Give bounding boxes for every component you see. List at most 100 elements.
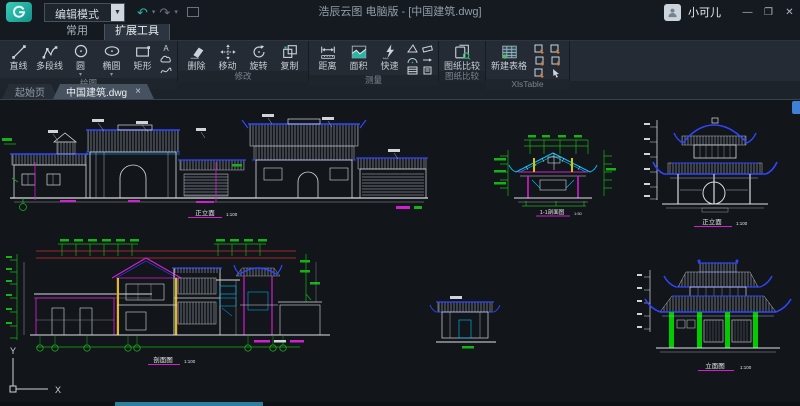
- line-button[interactable]: 直线: [3, 42, 34, 78]
- minimize-button[interactable]: —: [737, 0, 758, 24]
- pavilion-section-scale: 1:50: [574, 211, 583, 216]
- ellipse-icon: [103, 43, 121, 61]
- sheet-arrow-icon[interactable]: [532, 56, 547, 66]
- rotate-icon: [250, 43, 268, 61]
- line-label: 直线: [9, 62, 27, 71]
- cad-viewport[interactable]: 正立面 1:100: [0, 100, 800, 402]
- redo-caret-icon[interactable]: ▾: [174, 8, 178, 16]
- ruler-icon[interactable]: [422, 44, 433, 53]
- move-label: 移动: [218, 62, 236, 71]
- new-table-label: 新建表格: [491, 62, 527, 71]
- line-icon: [10, 43, 28, 61]
- area-icon: [350, 43, 368, 61]
- panel-toggle-button[interactable]: [792, 101, 800, 114]
- sheet-arrow-icon[interactable]: [548, 44, 563, 54]
- drawing-long-section: 剖面图 1:100: [6, 239, 330, 365]
- sheet-arrow-icon[interactable]: [532, 44, 547, 54]
- move-icon: [219, 43, 237, 61]
- ribbon-group-compare: 图纸比较 图纸比较: [439, 41, 486, 81]
- tab-close-icon[interactable]: ×: [135, 86, 141, 97]
- user-avatar[interactable]: [664, 4, 681, 21]
- pavilion-front-title: 正立面: [702, 217, 722, 226]
- quick-measure-label: 快速: [380, 62, 398, 71]
- quickbar-extra-icon[interactable]: [187, 7, 199, 17]
- revision-cloud-icon[interactable]: [160, 55, 172, 64]
- ellipse-label: 椭圆: [102, 62, 120, 71]
- rectangle-button[interactable]: 矩形: [127, 42, 158, 78]
- pavilion-front-scale: 1:100: [736, 221, 748, 226]
- cursor-arrow-icon[interactable]: [548, 68, 563, 78]
- draw-small-tools: A: [158, 42, 174, 78]
- sheet-arrow-icon[interactable]: [532, 68, 547, 78]
- ribbon-tab-home[interactable]: 常用: [56, 24, 98, 40]
- quick-measure-button[interactable]: 快速: [374, 42, 405, 75]
- sheet-arrow-icon[interactable]: [548, 56, 563, 66]
- table-grid-icon: [500, 43, 519, 61]
- ribbon-group-draw: 直线 多段线 圆 ▾ 椭圆 ▾ 矩形: [0, 41, 178, 81]
- area-label: 面积: [349, 62, 367, 71]
- distance-label: 距离: [318, 62, 336, 71]
- pavilion-side-title: 立面图: [705, 361, 725, 370]
- long-section-title: 剖面图: [153, 355, 173, 364]
- ellipse-button[interactable]: 椭圆 ▾: [96, 42, 127, 78]
- angle-icon[interactable]: [407, 44, 418, 53]
- rectangle-label: 矩形: [133, 62, 151, 71]
- polyline-label: 多段线: [36, 62, 63, 71]
- area-button[interactable]: 面积: [343, 42, 374, 75]
- status-bar: [0, 402, 800, 406]
- ribbon-group-xlstable: 新建表格 XlsTable: [486, 41, 570, 81]
- new-table-button[interactable]: 新建表格: [489, 42, 529, 79]
- tab-drawing-file-label: 中国建筑.dwg: [66, 84, 127, 99]
- app-window: 编辑模式 ▼ ↶ ▾ ↷ ▾ 浩辰云图 电脑版 - [中国建筑.dwg] 小可儿…: [0, 0, 800, 406]
- compare-group-label: 图纸比较: [439, 71, 485, 82]
- undo-icon[interactable]: ↶: [137, 6, 148, 19]
- arrow-ruler-icon[interactable]: [422, 55, 433, 64]
- circle-button[interactable]: 圆 ▾: [65, 42, 96, 78]
- drawing-compare-button[interactable]: 图纸比较: [442, 42, 482, 71]
- circle-label: 圆: [76, 62, 85, 71]
- measure-group-label: 测量: [309, 75, 438, 86]
- rotate-button[interactable]: 旋转: [243, 42, 274, 71]
- rectangle-icon: [134, 43, 152, 61]
- quick-access-toolbar: ↶ ▾ ↷ ▾: [137, 6, 199, 19]
- titlebar-right: 小可儿 — ❐ ✕: [664, 0, 800, 24]
- close-button[interactable]: ✕: [779, 0, 800, 24]
- status-bar-segment: [115, 402, 263, 406]
- distance-button[interactable]: 距离: [312, 42, 343, 75]
- move-button[interactable]: 移动: [212, 42, 243, 71]
- cad-drawing-canvas[interactable]: 正立面 1:100: [0, 100, 800, 402]
- ucs-icon: Y X: [10, 346, 61, 395]
- edit-mode-button[interactable]: 编辑模式 ▼: [44, 3, 125, 22]
- copy-button[interactable]: 复制: [274, 42, 305, 71]
- polyline-icon: [41, 43, 59, 61]
- redo-icon[interactable]: ↷: [159, 6, 170, 19]
- list-icon[interactable]: [407, 66, 418, 75]
- restore-button[interactable]: ❐: [758, 0, 779, 24]
- distance-icon: [319, 43, 337, 61]
- compare-sheets-icon: [453, 43, 472, 61]
- drawing-pavilion-side-elevation: 立面图 1:100: [637, 260, 791, 371]
- lightning-icon: [381, 43, 399, 61]
- spline-icon[interactable]: [160, 66, 172, 75]
- drawing-pavilion-section: 1-1剖面图 1:50: [494, 135, 616, 216]
- erase-button[interactable]: 删除: [181, 42, 212, 71]
- window-title: 浩辰云图 电脑版 - [中国建筑.dwg]: [318, 0, 481, 24]
- tab-drawing-file[interactable]: 中国建筑.dwg ×: [53, 84, 154, 99]
- polyline-button[interactable]: 多段线: [34, 42, 65, 78]
- front-elevation-scale: 1:100: [226, 212, 238, 217]
- sheet-icon[interactable]: [422, 66, 433, 75]
- circle-icon: [72, 43, 90, 61]
- ribbon-tab-extended-tools[interactable]: 扩展工具: [104, 23, 170, 40]
- text-tool-icon[interactable]: A: [160, 44, 172, 53]
- username-label[interactable]: 小可儿: [688, 4, 721, 20]
- undo-caret-icon[interactable]: ▾: [152, 8, 156, 16]
- xlstable-small-tools: [529, 42, 566, 79]
- app-logo-icon[interactable]: [6, 2, 32, 22]
- drawing-pavilion-front-elevation: 正立面 1:100: [644, 118, 777, 227]
- tab-start-page[interactable]: 起始页: [2, 84, 58, 99]
- titlebar: 编辑模式 ▼ ↶ ▾ ↷ ▾ 浩辰云图 电脑版 - [中国建筑.dwg] 小可儿…: [0, 0, 800, 24]
- arc-icon[interactable]: [407, 55, 418, 64]
- edit-mode-label: 编辑模式: [45, 4, 111, 21]
- ribbon-spacer: [570, 41, 800, 81]
- edit-mode-dropdown-caret-icon[interactable]: ▼: [111, 4, 124, 21]
